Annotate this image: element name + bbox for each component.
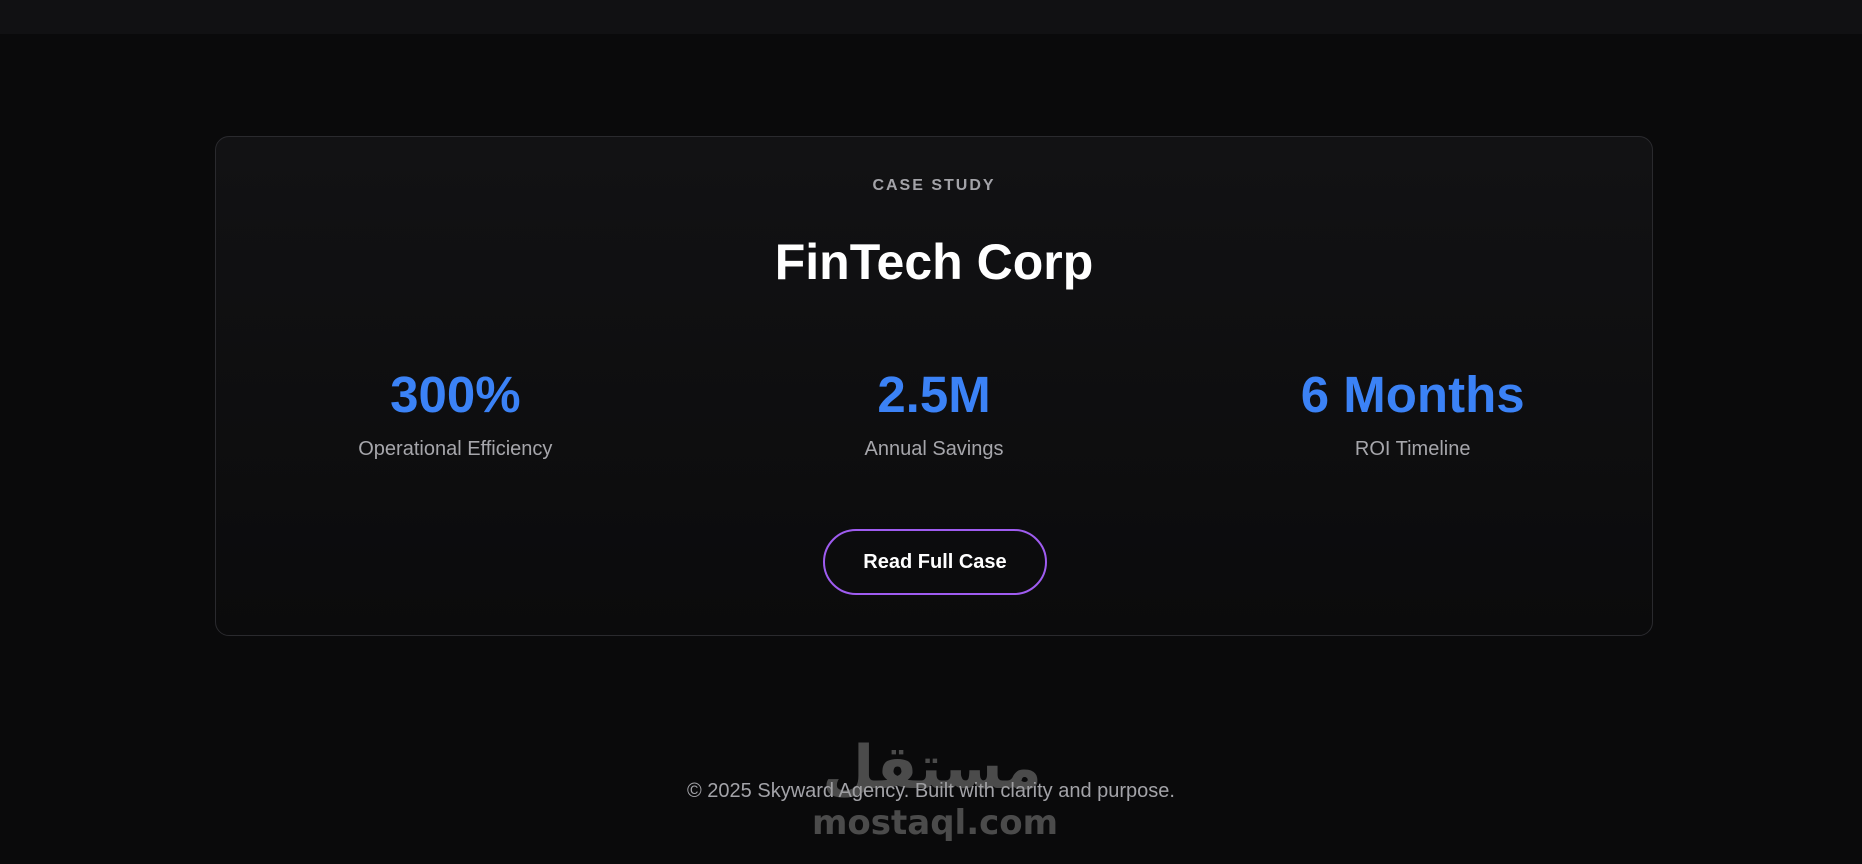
stat-value: 2.5M	[877, 366, 991, 423]
stat-annual-savings: 2.5M Annual Savings	[695, 369, 1174, 461]
stat-label: Operational Efficiency	[358, 438, 553, 460]
stat-value: 300%	[390, 366, 521, 423]
stats-row: 300% Operational Efficiency 2.5M Annual …	[216, 369, 1652, 461]
stat-operational-efficiency: 300% Operational Efficiency	[216, 369, 695, 461]
top-nav-bar	[0, 0, 1862, 34]
stat-label: ROI Timeline	[1354, 438, 1471, 460]
case-study-title: FinTech Corp	[774, 234, 1094, 290]
stat-value: 6 Months	[1300, 366, 1525, 423]
case-study-eyebrow: CASE STUDY	[872, 177, 996, 194]
stat-label: Annual Savings	[864, 438, 1004, 460]
stat-roi-timeline: 6 Months ROI Timeline	[1173, 369, 1652, 461]
case-study-card: CASE STUDY FinTech Corp 300% Operational…	[215, 136, 1653, 636]
footer-copyright: © 2025 Skyward Agency. Built with clarit…	[687, 780, 1175, 802]
watermark-latin-text: mostaql.com	[812, 803, 1059, 843]
read-full-case-button[interactable]: Read Full Case	[823, 529, 1047, 595]
